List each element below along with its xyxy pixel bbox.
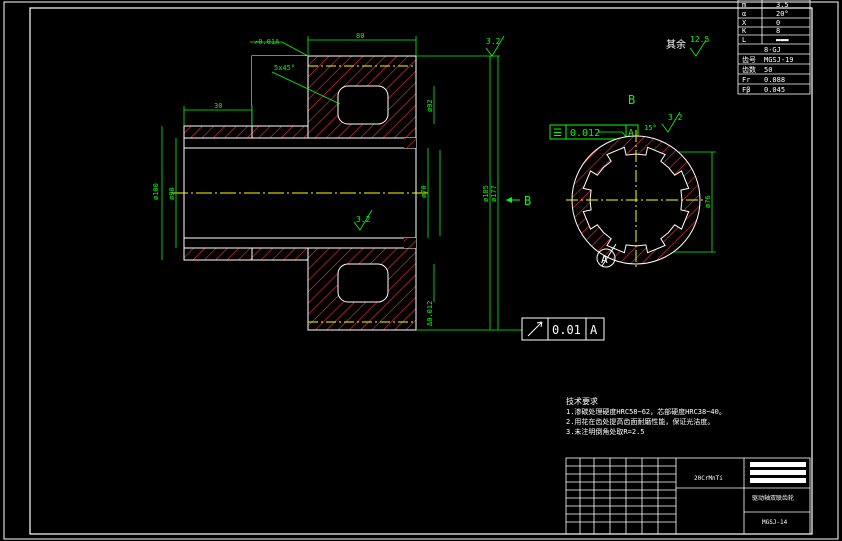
param-value: 0 — [776, 19, 780, 27]
top-flag-text: ↗0.01A — [254, 38, 280, 46]
groove-top — [337, 85, 389, 125]
title-drawing-no: MGSJ-14 — [762, 519, 788, 526]
roughness-general-label: 其余 — [666, 38, 686, 51]
param-value: 3.5 — [776, 1, 789, 9]
hub-hatch-bottom — [183, 247, 253, 261]
tech-note-3: 3.未注明倒角处取R=2.5 — [566, 427, 645, 436]
dim-length-left: 30 — [214, 102, 222, 110]
param-key: X — [742, 19, 747, 27]
datum-label: A — [601, 253, 608, 266]
tech-note-2: 2.用花在齿处提高齿面耐磨性能，保证光洁度。 — [566, 417, 714, 426]
roughness-bore: 3.2 — [356, 215, 371, 224]
dim-groove: ø92 — [426, 99, 434, 112]
param-value: 50 — [764, 66, 772, 74]
param-value: 8-GJ — [764, 46, 781, 54]
runout-value: 0.01 — [552, 323, 581, 337]
dim-dia-gear: ø177 — [490, 185, 498, 202]
roughness-section: 3.2 — [668, 113, 683, 122]
bore-end-right-bot — [404, 238, 416, 248]
param-value: 8 — [776, 27, 780, 35]
param-value: 0.088 — [764, 76, 785, 84]
hub-band-bottom — [251, 247, 309, 261]
runout-datum: A — [590, 323, 598, 337]
dim-length-top: 80 — [356, 32, 364, 40]
hub-hatch-top — [183, 125, 253, 139]
section-angle: 15° — [644, 124, 657, 132]
title-part-name: 驱动轴双联齿轮 — [752, 494, 794, 502]
dim-dia-large: ø185 — [482, 185, 490, 202]
title-bar-2 — [750, 470, 806, 475]
outer-border — [3, 1, 839, 540]
param-value: 0.045 — [764, 86, 785, 94]
param-key: L — [742, 36, 746, 44]
title-material: 20CrMnTi — [694, 475, 723, 482]
dim-dia-bore: ø90 — [168, 187, 176, 200]
roughness-general-value: 12.5 — [690, 35, 709, 44]
bore-end-right-top — [404, 138, 416, 148]
param-key: m — [742, 1, 746, 9]
groove-bottom — [337, 263, 389, 303]
title-bar-3 — [750, 478, 806, 483]
dim-dia-outer: ø100 — [152, 183, 160, 200]
param-key: K — [742, 27, 747, 35]
view-arrow-label: B — [524, 194, 531, 208]
param-key: 齿数 — [742, 65, 756, 74]
param-key: Fr — [742, 76, 750, 84]
param-value: MGSJ-19 — [764, 56, 794, 64]
inner-border — [29, 7, 813, 535]
param-key: 齿号 — [742, 56, 756, 64]
chamfer-note: 5x45° — [274, 64, 295, 72]
roughness-main: 3.2 — [486, 37, 501, 46]
param-value: ▬▬▬ — [776, 36, 789, 44]
section-dia: ø76 — [704, 195, 712, 208]
hub-band-top — [251, 125, 309, 139]
param-key: α — [742, 10, 746, 18]
main-section-view — [172, 55, 430, 331]
title-bar-1 — [750, 462, 806, 467]
tech-note-1: 1.渗碳处理硬度HRC58~62，芯部硬度HRC38~40。 — [566, 407, 726, 416]
section-tol-value: 0.012 — [570, 128, 600, 139]
view-b-arrow — [506, 197, 520, 203]
view-label-top: B — [628, 93, 635, 107]
param-value: 20° — [776, 10, 789, 18]
section-b-spline — [566, 130, 706, 270]
cad-drawing-canvas: 80 30 ø100 ø90 ø70 ø92 Δ0.012 ø185 ø177 … — [3, 0, 839, 540]
dim-dia-inner: ø70 — [420, 185, 428, 198]
section-tol-symbol: ☰ — [553, 128, 562, 139]
tech-title: 技术要求 — [566, 396, 598, 406]
param-key: Fβ — [742, 86, 750, 94]
dim-groove-tol: Δ0.012 — [426, 301, 434, 326]
